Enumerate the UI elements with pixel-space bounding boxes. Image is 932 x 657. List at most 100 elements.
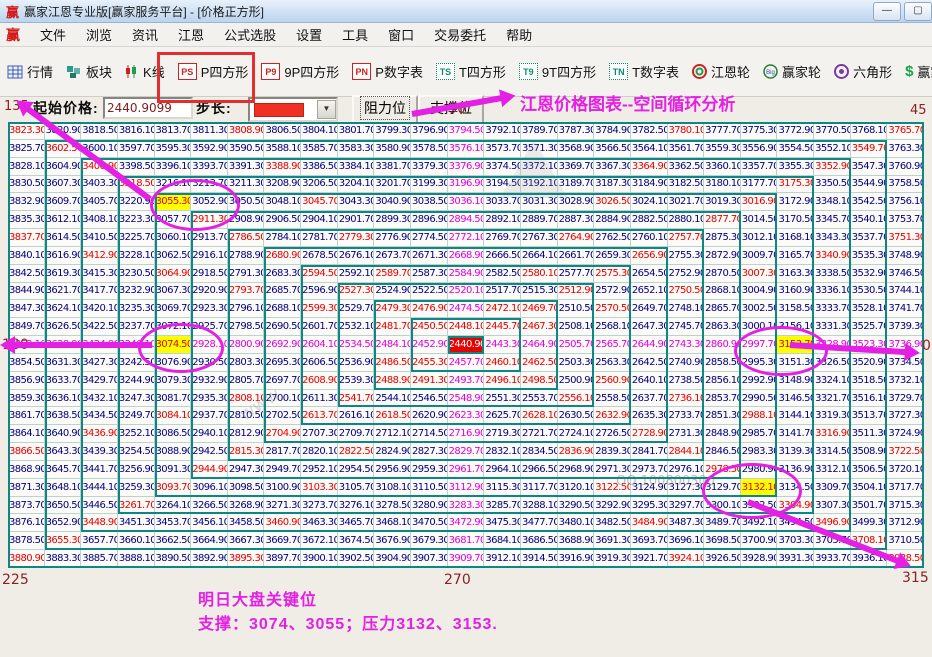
corner-label-45: 45 <box>910 103 927 118</box>
toolbar-item-赢家服务[interactable]: $赢家服务 <box>898 58 932 85</box>
toolbar-item-9P四方形[interactable]: P99P四方形 <box>254 58 345 85</box>
menu-item-3[interactable]: 江恩 <box>168 23 214 46</box>
grid-cell: 3573.70 <box>484 140 521 158</box>
menu-item-2[interactable]: 资讯 <box>122 23 168 46</box>
grid-cell: 3158.50 <box>777 300 814 318</box>
grid-cell: 3187.30 <box>594 176 631 194</box>
grid-cell: 2971.30 <box>594 461 631 479</box>
grid-cell: 2716.90 <box>448 425 485 443</box>
grid-cell: 2721.70 <box>521 425 558 443</box>
grid-cell: 3319.30 <box>814 407 851 425</box>
menu-item-7[interactable]: 窗口 <box>378 23 424 46</box>
toolbar-item-T数字表[interactable]: TNT数字表 <box>602 58 685 85</box>
grid-cell: 3252.10 <box>118 425 155 443</box>
toolbar-item-9T四方形[interactable]: T99T四方形 <box>512 58 602 85</box>
grid-cell: 3818.50 <box>81 122 118 140</box>
grid-cell: 2964.10 <box>484 461 521 479</box>
toolbar-item-江恩轮[interactable]: 江恩轮 <box>685 58 756 85</box>
maximize-button[interactable]: ▢ <box>904 2 932 21</box>
grid-cell: 3528.10 <box>851 300 888 318</box>
toolbar-item-P数字表[interactable]: PNP数字表 <box>345 58 429 85</box>
grid-cell: 3729.70 <box>887 390 924 408</box>
grid-cell: 3664.90 <box>191 532 228 550</box>
grid-cell: 3381.70 <box>374 158 411 176</box>
grid-cell: 3744.10 <box>887 283 924 301</box>
grid-cell: 3866.50 <box>8 443 45 461</box>
grid-cell: 3621.70 <box>45 283 82 301</box>
grid-cell: 3772.90 <box>777 122 814 140</box>
grid-cell: 2524.90 <box>374 283 411 301</box>
start-price-label: 起始价格: <box>33 98 99 118</box>
grid-cell: 3067.30 <box>155 283 192 301</box>
grid-cell: 3796.90 <box>411 122 448 140</box>
minimize-button[interactable]: — <box>873 2 901 21</box>
grid-cell: 3885.70 <box>81 550 118 568</box>
menu-item-1[interactable]: 浏览 <box>76 23 122 46</box>
step-color-dropdown[interactable]: ▼ <box>248 97 338 122</box>
grid-cell: 3823.30 <box>8 122 45 140</box>
grid-cell: 2570.50 <box>594 300 631 318</box>
grid-cell: 3763.30 <box>887 140 924 158</box>
resistance-button[interactable]: 阻力位 <box>352 95 418 125</box>
toolbar-item-六角形[interactable]: 六角形 <box>827 58 898 85</box>
grid-cell: 2764.90 <box>558 229 595 247</box>
grid-cell: 3036.10 <box>448 193 485 211</box>
grid-cell: 2479.30 <box>374 300 411 318</box>
grid-cell: 3804.10 <box>301 122 338 140</box>
grid-cell: 3504.10 <box>851 479 888 497</box>
toolbar-item-赢家轮[interactable]: Big赢家轮 <box>756 58 827 85</box>
grid-cell: 3684.10 <box>484 532 521 550</box>
grid-cell: 2503.30 <box>558 354 595 372</box>
grid-cell: 3508.90 <box>851 443 888 461</box>
grid-cell: 2690.50 <box>264 318 301 336</box>
grid-cell: 2546.50 <box>411 390 448 408</box>
grid-cell: 3184.90 <box>631 176 668 194</box>
grid-cell: 2481.70 <box>374 318 411 336</box>
grid-cell: 2844.10 <box>668 443 705 461</box>
menu-item-4[interactable]: 公式选股 <box>214 23 286 46</box>
grid-cell: 3914.50 <box>521 550 558 568</box>
grid-cell: 2580.10 <box>521 265 558 283</box>
toolbar-item-行情[interactable]: 行情 <box>0 58 59 85</box>
grid-cell: 2673.70 <box>374 247 411 265</box>
grid-cell: 2491.30 <box>411 372 448 390</box>
grid-cell: 3679.30 <box>411 532 448 550</box>
toolbar-item-label: 赢家轮 <box>782 62 821 81</box>
title-bar: 赢 赢家江恩专业版[赢家服务平台] - [价格正方形] — ▢ <box>0 0 932 23</box>
grid-cell: 2894.50 <box>448 211 485 229</box>
grid-cell: 2976.10 <box>668 461 705 479</box>
grid-cell: 2865.70 <box>704 300 741 318</box>
grid-cell: 3412.90 <box>81 247 118 265</box>
menu-item-0[interactable]: 文件 <box>30 23 76 46</box>
grid-cell: 2556.10 <box>558 390 595 408</box>
menu-item-6[interactable]: 工具 <box>332 23 378 46</box>
grid-cell: 2923.30 <box>191 300 228 318</box>
toolbar-item-T四方形[interactable]: TST四方形 <box>429 58 512 85</box>
grid-cell: 2942.50 <box>191 443 228 461</box>
grid-cell: 3456.10 <box>191 514 228 532</box>
grid-cell: 2788.90 <box>228 247 265 265</box>
grid-cell: 3844.90 <box>8 283 45 301</box>
grid-cell: 3165.70 <box>777 247 814 265</box>
grid-cell: 3542.50 <box>851 193 888 211</box>
grid-cell: 3484.90 <box>631 514 668 532</box>
grid-cell: 2882.50 <box>631 211 668 229</box>
grid-cell: 2707.30 <box>301 425 338 443</box>
grid-cell: 2560.90 <box>594 372 631 390</box>
menu-item-8[interactable]: 交易委托 <box>424 23 496 46</box>
grid-cell: 2841.70 <box>631 443 668 461</box>
menu-item-5[interactable]: 设置 <box>286 23 332 46</box>
grid-cell: 2539.30 <box>338 372 375 390</box>
grid-cell: 2652.10 <box>631 283 668 301</box>
grid-cell: 3789.70 <box>521 122 558 140</box>
grid-cell: 3530.50 <box>851 283 888 301</box>
grid-cell: 3782.50 <box>631 122 668 140</box>
dropdown-arrow-icon[interactable]: ▼ <box>317 100 336 119</box>
quotes-table-icon <box>7 65 23 79</box>
grid-cell: 3696.10 <box>668 532 705 550</box>
toolbar-item-板块[interactable]: 板块 <box>59 58 118 85</box>
grid-cell: 3792.10 <box>484 122 521 140</box>
grid-cell: 2877.70 <box>704 211 741 229</box>
grid-cell: 3192.10 <box>521 176 558 194</box>
menu-item-9[interactable]: 帮助 <box>496 23 542 46</box>
